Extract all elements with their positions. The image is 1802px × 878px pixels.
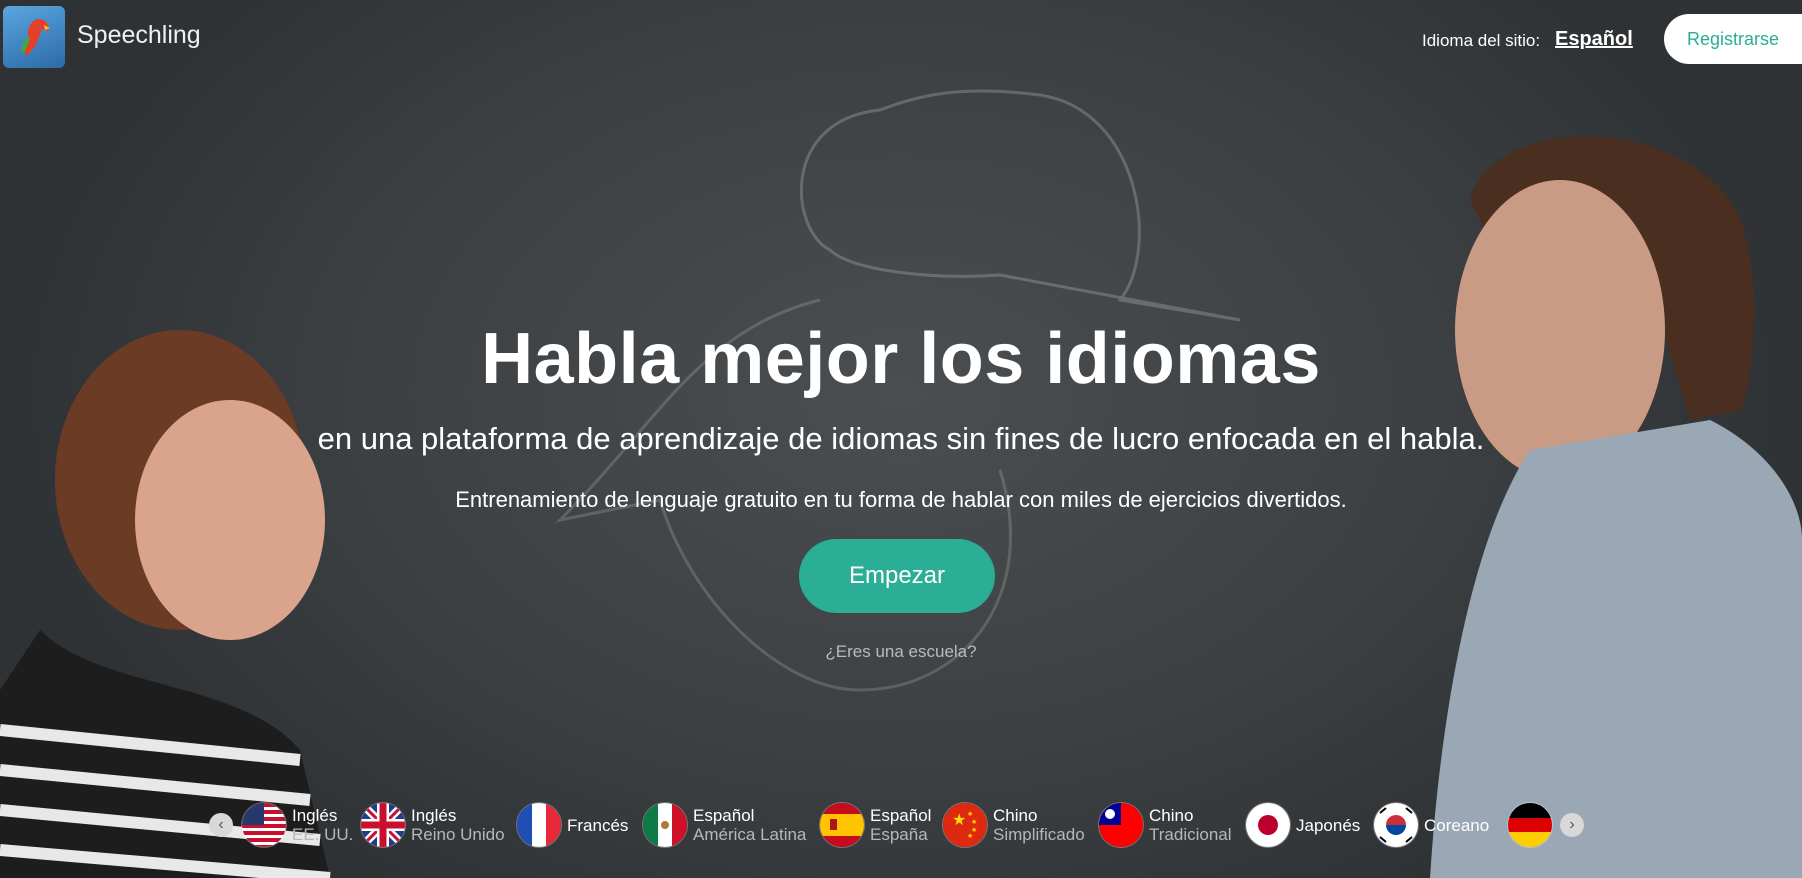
language-name: Inglés — [411, 806, 457, 825]
carousel-next-arrow-icon[interactable]: › — [1560, 813, 1584, 837]
language-item-japanese[interactable]: Japonés — [1246, 802, 1360, 848]
language-item-spanish-latam[interactable]: Español América Latina — [643, 802, 806, 848]
language-name: Japonés — [1296, 815, 1361, 835]
language-item-english-uk[interactable]: Inglés Reino Unido — [361, 802, 505, 848]
hero-headline: Habla mejor los idiomas — [481, 319, 1321, 399]
language-name: Español — [870, 806, 932, 825]
spain-flag-icon — [820, 803, 864, 847]
france-flag-icon — [517, 803, 561, 847]
hero-tagline: Entrenamiento de lenguaje gratuito en tu… — [455, 487, 1347, 512]
hero-subheadline: en una plataforma de aprendizaje de idio… — [317, 421, 1485, 456]
language-variant: España — [870, 825, 928, 844]
language-name: Español — [693, 806, 755, 825]
woman-photo — [0, 330, 331, 878]
language-variant: EE. UU. — [292, 825, 354, 844]
svg-text:★: ★ — [967, 832, 973, 840]
brand-name[interactable]: Speechling — [77, 21, 201, 50]
germany-flag-icon — [1508, 803, 1552, 847]
svg-text:★: ★ — [967, 810, 973, 818]
taiwan-flag-icon — [1099, 803, 1143, 847]
language-name: Coreano — [1424, 815, 1490, 835]
speechling-logo[interactable] — [3, 6, 65, 68]
mexico-flag-icon — [643, 803, 687, 847]
svg-text:★: ★ — [952, 810, 966, 829]
language-item-english-us[interactable]: Inglés EE. UU. — [242, 802, 353, 848]
language-variant: Reino Unido — [411, 825, 505, 844]
language-name: Chino — [1149, 806, 1194, 825]
language-item-spanish-spain[interactable]: Español España — [820, 802, 931, 848]
site-language-label: Idioma del sitio: — [1422, 31, 1541, 50]
china-flag-icon: ★ ★ ★ ★ ★ — [943, 803, 987, 847]
language-item-chinese-simplified[interactable]: ★ ★ ★ ★ ★ Chino Simplificado — [943, 802, 1085, 848]
school-link[interactable]: ¿Eres una escuela? — [825, 642, 976, 661]
school-link-row: ¿Eres una escuela? — [0, 642, 1802, 662]
language-item-chinese-traditional[interactable]: Chino Tradicional — [1099, 802, 1232, 848]
parrot-icon — [20, 19, 50, 55]
japan-flag-icon — [1246, 803, 1290, 847]
language-variant: Simplificado — [993, 825, 1085, 844]
language-item-korean[interactable]: Coreano — [1374, 802, 1489, 848]
uk-flag-icon — [361, 803, 405, 847]
language-variant: América Latina — [693, 825, 807, 844]
language-item-french[interactable]: Francés — [517, 802, 628, 848]
language-item-german[interactable] — [1508, 802, 1552, 848]
language-name: Inglés — [292, 806, 338, 825]
svg-text:★: ★ — [971, 818, 977, 826]
language-name: Chino — [993, 806, 1038, 825]
language-name: Francés — [567, 815, 629, 835]
signup-button[interactable]: Registrarse — [1664, 14, 1802, 64]
us-flag-icon — [242, 803, 286, 847]
carousel-prev-arrow-icon[interactable]: ‹ — [209, 813, 233, 837]
start-button[interactable]: Empezar — [799, 539, 995, 613]
korea-flag-icon — [1374, 803, 1418, 847]
site-language-selector[interactable]: Español — [1555, 28, 1633, 51]
language-variant: Tradicional — [1149, 825, 1232, 844]
